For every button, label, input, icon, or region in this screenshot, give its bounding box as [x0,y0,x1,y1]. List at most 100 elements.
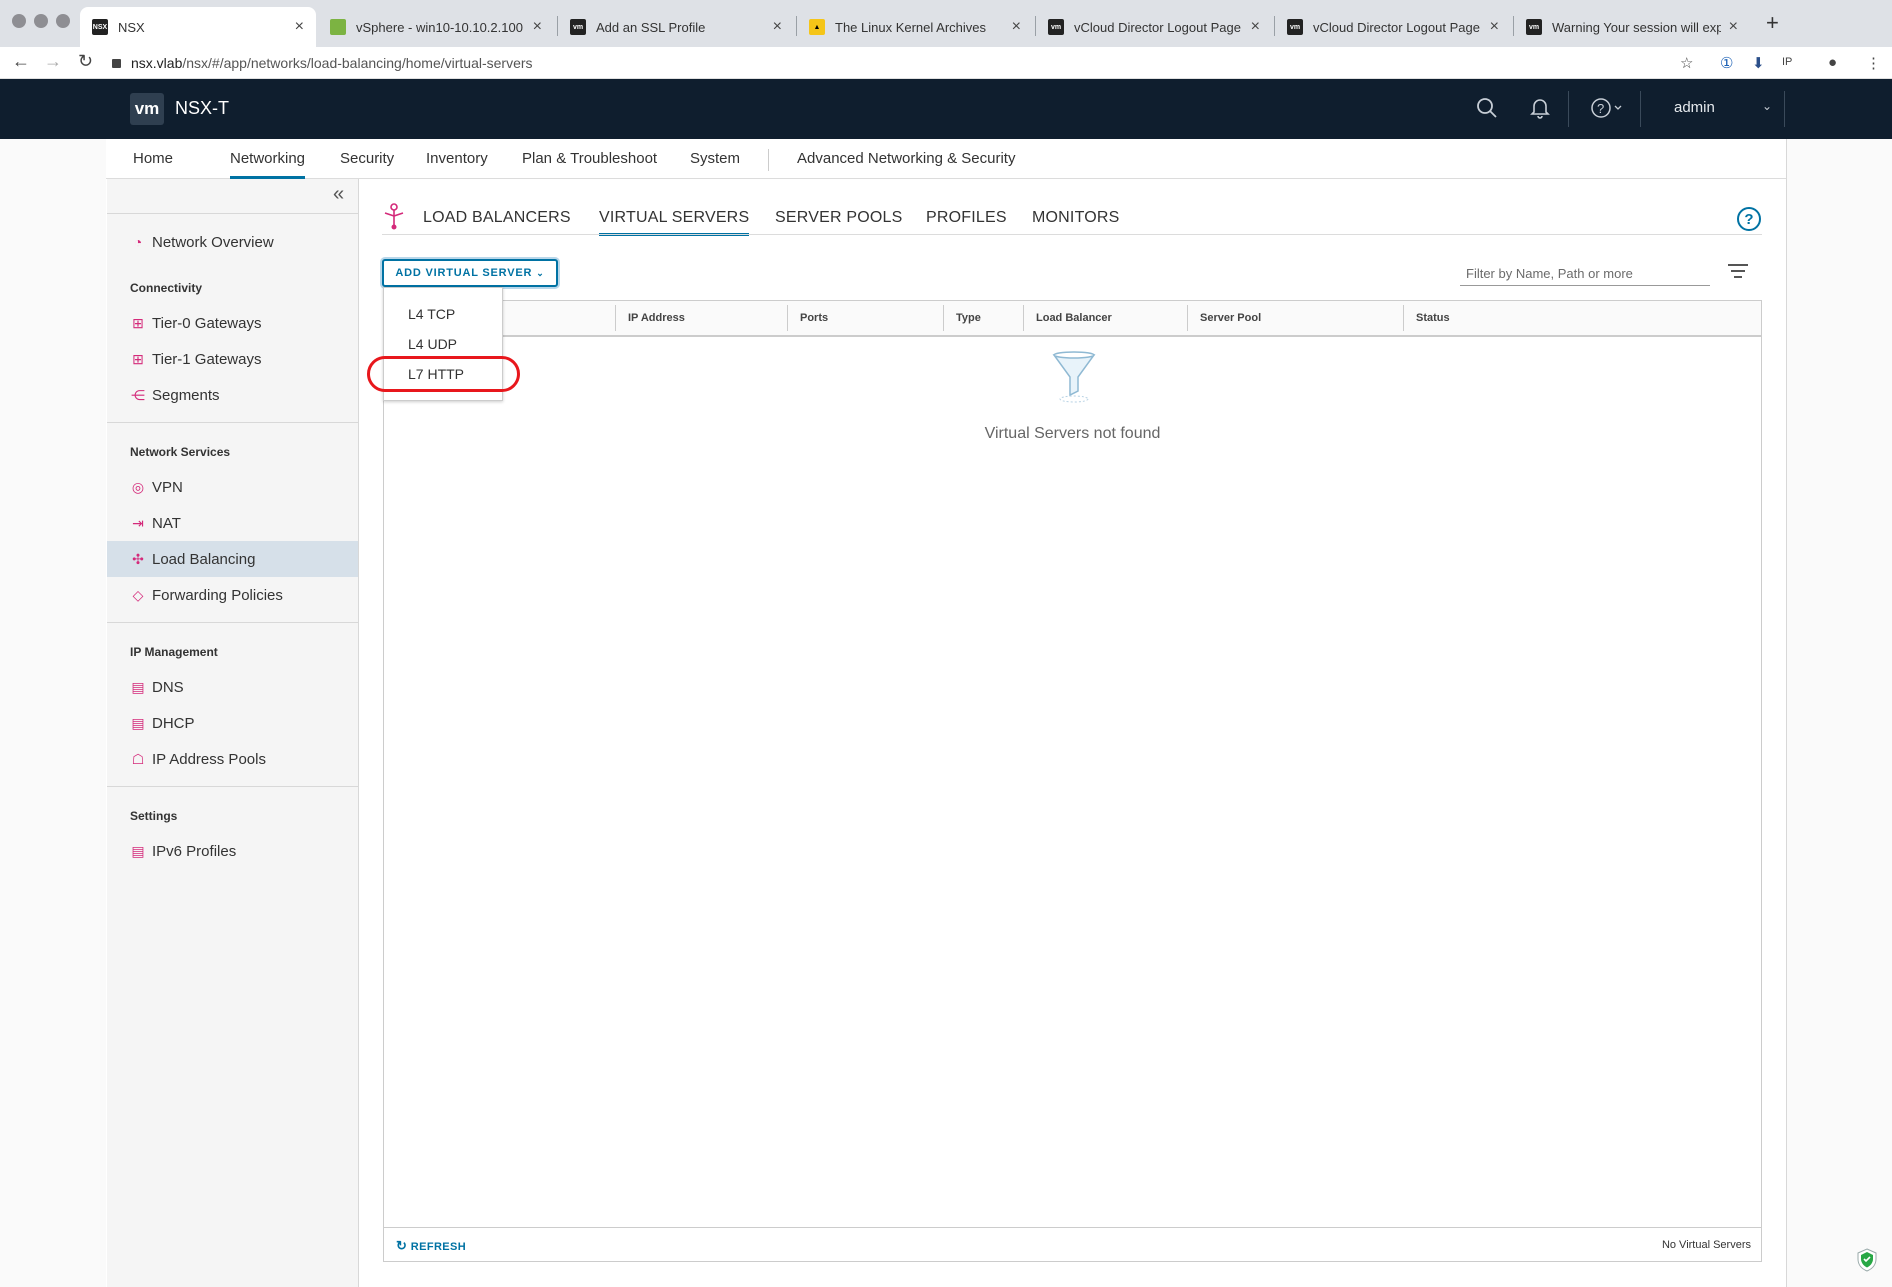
ip-extension-icon[interactable]: IP [1782,56,1792,68]
sidebar-item-vpn[interactable]: ◎ VPN [107,469,358,505]
sidebar-item-tier0-gateways[interactable]: ⊞ Tier-0 Gateways [107,305,358,341]
column-load-balancer[interactable]: Load Balancer [1024,301,1112,335]
vmware-logo: vm [130,93,164,125]
sidebar-item-label: NAT [152,514,181,532]
column-ports[interactable]: Ports [788,301,828,335]
ip-pool-icon: ☖ [131,750,145,767]
collapse-sidebar-icon[interactable]: « [333,183,344,206]
sidebar-item-dhcp[interactable]: ▤ DHCP [107,705,358,741]
maximize-window-button[interactable] [56,14,70,28]
tab-profiles[interactable]: PROFILES [926,209,1007,227]
help-icon[interactable]: ? [1737,207,1761,231]
column-status[interactable]: Status [1404,301,1450,335]
sidebar-item-ipv6-profiles[interactable]: ▤ IPv6 Profiles [107,833,358,869]
nav-advanced-networking[interactable]: Advanced Networking & Security [797,139,1015,179]
sidebar-item-network-overview[interactable]: ◔ Network Overview [107,224,358,260]
sidebar-item-tier1-gateways[interactable]: ⊞ Tier-1 Gateways [107,341,358,377]
help-menu-icon[interactable]: ? [1590,97,1624,125]
bookmark-star-icon[interactable]: ☆ [1680,54,1693,72]
chevron-down-icon: ⌄ [536,267,545,278]
column-ip-address[interactable]: IP Address [616,301,685,335]
gauge-icon: ◔ [133,234,143,250]
dhcp-icon: ▤ [131,714,145,731]
tab-virtual-servers[interactable]: VIRTUAL SERVERS [599,209,750,236]
sidebar-item-segments[interactable]: ⋲ Segments [107,377,358,413]
load-balancer-icon [384,203,404,230]
filter-input[interactable] [1460,262,1710,286]
bell-icon[interactable] [1530,97,1550,125]
tab-load-balancers[interactable]: LOAD BALANCERS [423,209,571,227]
nav-security[interactable]: Security [340,139,394,179]
sidebar-item-forwarding-policies[interactable]: ◇ Forwarding Policies [107,577,358,613]
segments-icon: ⋲ [131,386,145,403]
browser-tab-ssl-profile[interactable]: vm Add an SSL Profile × [558,7,794,47]
sidebar-item-label: Load Balancing [152,550,256,568]
chevron-down-icon[interactable]: ⌄ [1762,99,1772,113]
close-tab-icon[interactable]: × [1251,18,1260,36]
tab-monitors[interactable]: MONITORS [1032,209,1120,227]
page-frame-right [1786,139,1787,1287]
close-tab-icon[interactable]: × [1012,18,1021,36]
browser-tab-session-warning[interactable]: vm Warning Your session will expire × [1514,7,1750,47]
tab-underline [382,234,1762,235]
add-virtual-server-button[interactable]: ADD VIRTUAL SERVER ⌄ [382,259,558,287]
column-type[interactable]: Type [944,301,981,335]
close-tab-icon[interactable]: × [1490,18,1499,36]
tux-favicon-icon: ▲ [809,19,825,35]
download-extension-icon[interactable]: ⬇ [1752,54,1765,72]
user-menu[interactable]: admin [1674,99,1715,116]
forwarding-icon: ◇ [132,586,144,603]
shield-check-icon[interactable] [1856,1248,1878,1272]
ipv6-icon: ▤ [131,842,145,859]
app-header: vm NSX-T ? admin ⌄ [0,79,1892,139]
close-tab-icon[interactable]: × [1729,18,1738,36]
nav-system[interactable]: System [690,139,740,179]
search-icon[interactable] [1476,97,1498,125]
lock-icon [112,58,121,68]
tab-title: vCloud Director Logout Page [1074,19,1241,35]
browser-tab-vsphere[interactable]: vSphere - win10-10.10.2.100 - Su × [318,7,554,47]
reload-icon[interactable]: ↻ [78,51,93,72]
menu-item-l4-udp[interactable]: L4 UDP [408,336,457,352]
sidebar-section-ip-management: IP Management [130,645,218,659]
nav-home[interactable]: Home [133,139,173,179]
vm-favicon-icon: vm [1287,19,1303,35]
browser-tab-vcloud-2[interactable]: vm vCloud Director Logout Page × [1275,7,1511,47]
browser-tab-vcloud-1[interactable]: vm vCloud Director Logout Page × [1036,7,1272,47]
forward-arrow-icon[interactable]: → [44,51,62,72]
gateway-icon: ⊞ [132,350,144,367]
sidebar-item-ip-address-pools[interactable]: ☖ IP Address Pools [107,741,358,777]
sidebar-item-load-balancing[interactable]: ✣ Load Balancing [107,541,358,577]
sidebar-item-label: IP Address Pools [152,750,266,768]
tab-server-pools[interactable]: SERVER POOLS [775,209,903,227]
new-tab-icon[interactable]: + [1766,10,1779,36]
nav-inventory[interactable]: Inventory [426,139,488,179]
filter-options-icon[interactable] [1728,264,1748,282]
tab-title: vSphere - win10-10.10.2.100 - Su [356,19,525,35]
nav-networking[interactable]: Networking [230,139,306,179]
browser-menu-icon[interactable]: ⋮ [1866,54,1881,72]
column-server-pool[interactable]: Server Pool [1188,301,1261,335]
dns-icon: ▤ [131,678,145,695]
sidebar-item-dns[interactable]: ▤ DNS [107,669,358,705]
sidebar-item-nat[interactable]: ⇥ NAT [107,505,358,541]
browser-tab-nsx[interactable]: NSX NSX × [80,7,316,47]
minimize-window-button[interactable] [34,14,48,28]
grid-footer: ↻ REFRESH No Virtual Servers [384,1227,1761,1261]
nav-plan-troubleshoot[interactable]: Plan & Troubleshoot [522,139,657,179]
close-window-button[interactable] [12,14,26,28]
refresh-button[interactable]: ↻ REFRESH [396,1238,466,1254]
page-margin-left [0,139,106,1287]
profile-avatar-icon[interactable]: ● [1828,54,1837,71]
close-tab-icon[interactable]: × [295,18,304,36]
sidebar-item-label: DHCP [152,714,195,732]
sidebar-item-label: Network Overview [152,233,274,251]
menu-item-l4-tcp[interactable]: L4 TCP [408,306,455,322]
back-arrow-icon[interactable]: ← [12,51,30,72]
browser-tab-kernel[interactable]: ▲ The Linux Kernel Archives × [797,7,1033,47]
url-field[interactable]: nsx.vlab/nsx/#/app/networks/load-balanci… [112,51,1752,75]
close-tab-icon[interactable]: × [773,18,782,36]
vm-favicon-icon: vm [1526,19,1542,35]
password-manager-icon[interactable]: ① [1720,54,1733,72]
close-tab-icon[interactable]: × [533,18,542,36]
